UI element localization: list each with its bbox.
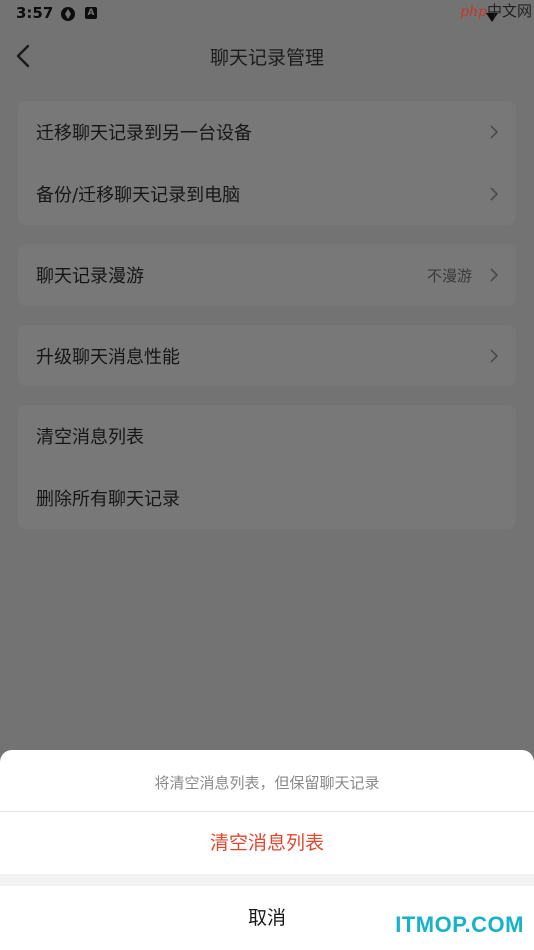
status-bar: 3:57 A php中文网 xyxy=(0,0,534,28)
row-migrate-device[interactable]: 迁移聊天记录到另一台设备 xyxy=(18,101,516,163)
chevron-right-icon xyxy=(490,187,499,201)
row-chat-roaming[interactable]: 聊天记录漫游 不漫游 xyxy=(18,244,516,306)
chevron-right-icon xyxy=(490,349,499,363)
row-label: 备份/迁移聊天记录到电脑 xyxy=(36,185,241,206)
watermark-itmop: ITMOP.COM xyxy=(395,912,524,937)
settings-group-performance: 升级聊天消息性能 xyxy=(18,325,516,386)
row-upgrade-performance[interactable]: 升级聊天消息性能 xyxy=(18,325,516,387)
row-value: 不漫游 xyxy=(426,267,472,285)
row-clear-message-list[interactable]: 清空消息列表 xyxy=(18,405,516,467)
watermark-cn: 中文网 xyxy=(486,2,532,20)
row-label: 聊天记录漫游 xyxy=(36,266,144,287)
row-label: 清空消息列表 xyxy=(36,427,144,448)
row-backup-computer[interactable]: 备份/迁移聊天记录到电脑 xyxy=(18,163,516,225)
settings-group-migration: 迁移聊天记录到另一台设备 备份/迁移聊天记录到电脑 xyxy=(18,101,516,225)
screen: 3:57 A php中文网 聊天记录管理 迁移聊天记录到另一台设备 备份/迁移聊… xyxy=(0,0,534,950)
watermark-php: php xyxy=(460,4,487,20)
row-label: 迁移聊天记录到另一台设备 xyxy=(36,123,252,144)
divider xyxy=(0,874,534,886)
chevron-right-icon xyxy=(490,268,499,282)
row-label: 升级聊天消息性能 xyxy=(36,347,180,368)
row-label: 删除所有聊天记录 xyxy=(36,489,180,510)
header: 聊天记录管理 xyxy=(0,28,534,84)
settings-group-clear: 清空消息列表 删除所有聊天记录 xyxy=(18,405,516,529)
clear-message-list-button[interactable]: 清空消息列表 xyxy=(0,812,534,874)
row-delete-all-history[interactable]: 删除所有聊天记录 xyxy=(18,467,516,529)
chevron-right-icon xyxy=(490,125,499,139)
watermark-php-logo: php中文网 xyxy=(460,0,532,21)
page-title: 聊天记录管理 xyxy=(209,47,324,69)
sync-icon xyxy=(60,6,76,22)
action-sheet-hint: 将清空消息列表，但保留聊天记录 xyxy=(154,774,380,792)
app-badge-icon: A xyxy=(85,7,97,19)
settings-group-roaming: 聊天记录漫游 不漫游 xyxy=(18,244,516,306)
status-time: 3:57 xyxy=(16,4,54,22)
